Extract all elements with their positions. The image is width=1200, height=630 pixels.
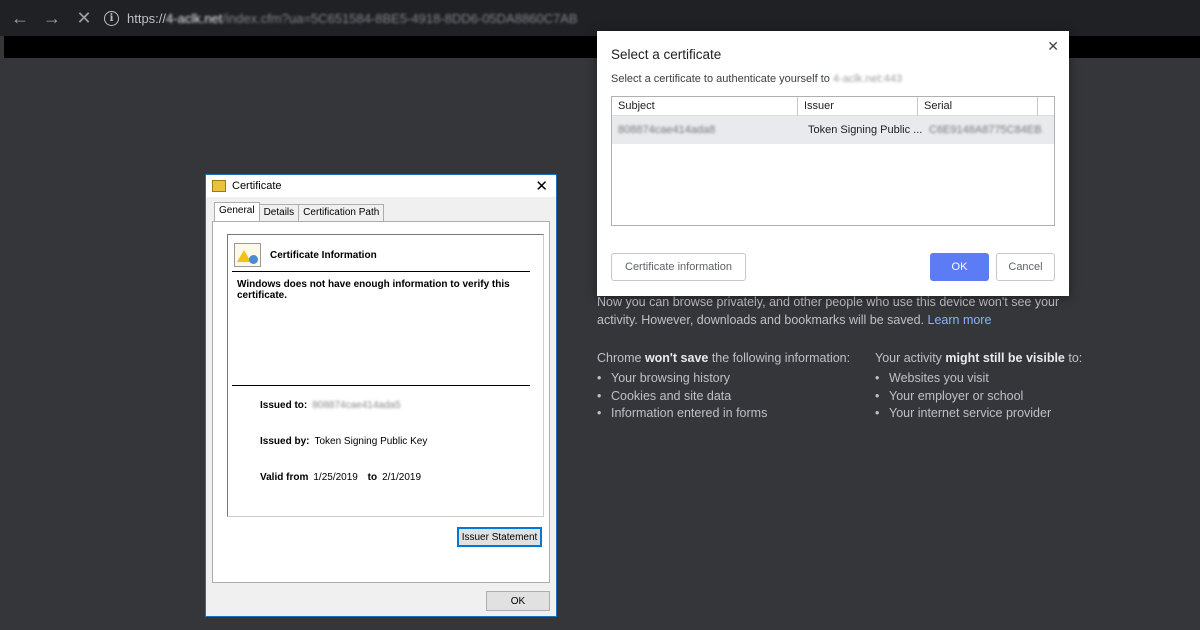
list-item: Your internet service provider <box>875 405 1082 423</box>
certificate-table: Subject Issuer Serial 808874cae414ada8 T… <box>611 96 1055 226</box>
window-titlebar: Certificate ✕ <box>206 175 556 197</box>
divider <box>232 385 530 386</box>
validity-field: Valid from 1/25/2019 to 2/1/2019 <box>260 472 421 483</box>
verification-warning: Windows does not have enough information… <box>237 279 510 301</box>
ok-button[interactable]: OK <box>930 253 989 281</box>
info-heading: Certificate Information <box>270 249 377 261</box>
issued-to-field: Issued to: 808874cae414ada5 <box>260 400 401 411</box>
subtitle-host: 4-aclk.net:443 <box>832 73 903 85</box>
dialog-title: Select a certificate <box>611 47 722 62</box>
issuer-statement-button[interactable]: Issuer Statement <box>457 527 542 547</box>
valid-to-value: 2/1/2019 <box>382 472 422 483</box>
valid-to-label: to <box>367 472 378 483</box>
list-item: Cookies and site data <box>597 388 850 406</box>
cell-subject: 808874cae414ada8 <box>618 124 716 136</box>
close-icon[interactable]: ✕ <box>1047 38 1059 55</box>
table-header: Subject Issuer Serial <box>612 97 1054 116</box>
wont-save-heading: Chrome won't save the following informat… <box>597 351 851 365</box>
select-certificate-dialog: Select a certificate ✕ Select a certific… <box>597 31 1069 296</box>
column-header-issuer[interactable]: Issuer <box>798 97 918 116</box>
divider <box>232 271 530 272</box>
tab-certification-path[interactable]: Certification Path <box>298 204 385 221</box>
cell-serial: C6E9148A8775C84EB... <box>929 124 1043 136</box>
valid-from-label: Valid from <box>260 472 309 483</box>
certificate-window: Certificate ✕ General Details Certificat… <box>205 174 557 617</box>
tab-details[interactable]: Details <box>258 204 300 221</box>
issued-to-label: Issued to: <box>260 400 308 411</box>
address-bar[interactable]: i https:// 4-aclk.net /index.cfm?ua=5C65… <box>92 5 1200 31</box>
tab-general[interactable]: General <box>214 202 260 221</box>
info-icon[interactable]: i <box>104 10 119 26</box>
info-header: Certificate Information <box>234 243 377 267</box>
tab-strip: General Details Certification Path <box>214 202 385 221</box>
table-row[interactable]: 808874cae414ada8 Token Signing Public ..… <box>612 116 1054 144</box>
learn-more-link[interactable]: Learn more <box>928 313 992 327</box>
certificate-icon <box>212 180 226 192</box>
incognito-intro: Now you can browse privately, and other … <box>597 294 1067 329</box>
list-item: Information entered in forms <box>597 405 850 423</box>
close-icon[interactable]: ✕ <box>535 177 548 195</box>
list-item: Your browsing history <box>597 370 850 388</box>
ok-button[interactable]: OK <box>486 591 550 611</box>
certificate-warning-icon <box>234 243 261 267</box>
issued-to-value: 808874cae414ada5 <box>312 400 401 411</box>
issued-by-label: Issued by: <box>260 436 310 447</box>
column-header-serial[interactable]: Serial <box>918 97 1038 116</box>
still-visible-heading: Your activity might still be visible to: <box>875 351 1083 365</box>
cell-issuer: Token Signing Public ... <box>808 124 923 136</box>
still-visible-section: Your activity might still be visible to:… <box>875 351 1082 423</box>
forward-arrow-icon[interactable]: → <box>38 4 66 32</box>
back-arrow-icon[interactable]: ← <box>6 4 34 32</box>
list-item: Websites you visit <box>875 370 1082 388</box>
column-header-subject[interactable]: Subject <box>612 97 798 116</box>
wont-save-section: Chrome won't save the following informat… <box>597 351 850 423</box>
issued-by-value: Token Signing Public Key <box>314 436 428 447</box>
general-tab-panel: Certificate Information Windows does not… <box>212 221 550 583</box>
window-title: Certificate <box>232 180 282 192</box>
url-scheme: https:// <box>127 10 167 26</box>
issued-by-field: Issued by: Token Signing Public Key <box>260 436 427 447</box>
url-host: 4-aclk.net <box>166 10 223 26</box>
list-item: Your employer or school <box>875 388 1082 406</box>
certificate-information-button[interactable]: Certificate information <box>611 253 746 281</box>
dialog-subtitle: Select a certificate to authenticate you… <box>611 73 903 85</box>
certificate-info-box: Certificate Information Windows does not… <box>227 234 544 517</box>
url-path: /index.cfm?ua=5C651584-8BE5-4918-8DD6-05… <box>222 10 578 26</box>
valid-from-value: 1/25/2019 <box>313 472 358 483</box>
cancel-button[interactable]: Cancel <box>996 253 1055 281</box>
